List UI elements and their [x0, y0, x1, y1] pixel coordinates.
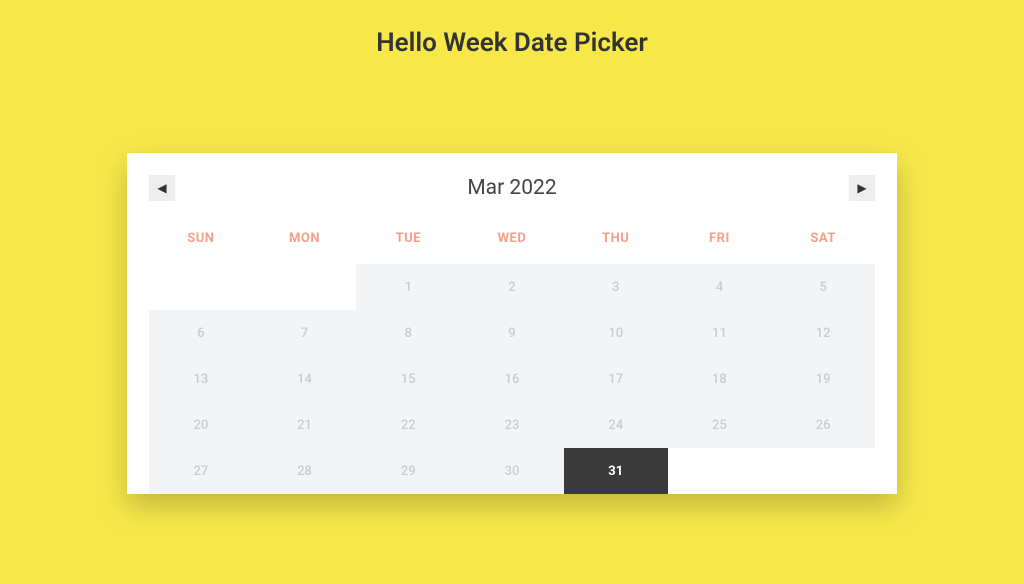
day-cell[interactable]: 22: [356, 402, 460, 448]
weekday-label: WED: [460, 231, 564, 246]
day-cell[interactable]: 19: [771, 356, 875, 402]
day-empty: [668, 448, 772, 494]
day-cell[interactable]: 6: [149, 310, 253, 356]
day-cell[interactable]: 7: [253, 310, 357, 356]
day-cell[interactable]: 20: [149, 402, 253, 448]
day-empty: [771, 448, 875, 494]
day-cell[interactable]: 15: [356, 356, 460, 402]
days-grid: 1234567891011121314151617181920212223242…: [149, 264, 875, 494]
chevron-left-icon: ◀: [157, 181, 166, 195]
calendar-header: ◀ Mar 2022 ▶: [149, 175, 875, 201]
day-cell[interactable]: 16: [460, 356, 564, 402]
weekday-label: SUN: [149, 231, 253, 246]
day-cell[interactable]: 13: [149, 356, 253, 402]
weekday-label: SAT: [771, 231, 875, 246]
weekday-label: TUE: [356, 231, 460, 246]
day-cell[interactable]: 31: [564, 448, 668, 494]
day-cell[interactable]: 1: [356, 264, 460, 310]
day-cell[interactable]: 27: [149, 448, 253, 494]
day-cell[interactable]: 5: [771, 264, 875, 310]
day-cell[interactable]: 24: [564, 402, 668, 448]
day-cell[interactable]: 23: [460, 402, 564, 448]
day-cell[interactable]: 25: [668, 402, 772, 448]
day-cell[interactable]: 12: [771, 310, 875, 356]
weekday-row: SUNMONTUEWEDTHUFRISAT: [149, 231, 875, 246]
day-cell[interactable]: 10: [564, 310, 668, 356]
day-cell[interactable]: 18: [668, 356, 772, 402]
weekday-label: THU: [564, 231, 668, 246]
day-cell[interactable]: 11: [668, 310, 772, 356]
day-cell[interactable]: 29: [356, 448, 460, 494]
day-cell[interactable]: 8: [356, 310, 460, 356]
day-cell[interactable]: 14: [253, 356, 357, 402]
day-empty: [253, 264, 357, 310]
day-cell[interactable]: 17: [564, 356, 668, 402]
weekday-label: FRI: [668, 231, 772, 246]
day-empty: [149, 264, 253, 310]
chevron-right-icon: ▶: [857, 181, 866, 195]
day-cell[interactable]: 30: [460, 448, 564, 494]
page-title: Hello Week Date Picker: [0, 0, 1024, 58]
day-cell[interactable]: 21: [253, 402, 357, 448]
day-cell[interactable]: 2: [460, 264, 564, 310]
next-month-button[interactable]: ▶: [849, 175, 875, 201]
weekday-label: MON: [253, 231, 357, 246]
day-cell[interactable]: 28: [253, 448, 357, 494]
prev-month-button[interactable]: ◀: [149, 175, 175, 201]
month-label: Mar 2022: [467, 176, 556, 200]
day-cell[interactable]: 3: [564, 264, 668, 310]
day-cell[interactable]: 4: [668, 264, 772, 310]
day-cell[interactable]: 9: [460, 310, 564, 356]
calendar: ◀ Mar 2022 ▶ SUNMONTUEWEDTHUFRISAT 12345…: [127, 153, 897, 494]
day-cell[interactable]: 26: [771, 402, 875, 448]
